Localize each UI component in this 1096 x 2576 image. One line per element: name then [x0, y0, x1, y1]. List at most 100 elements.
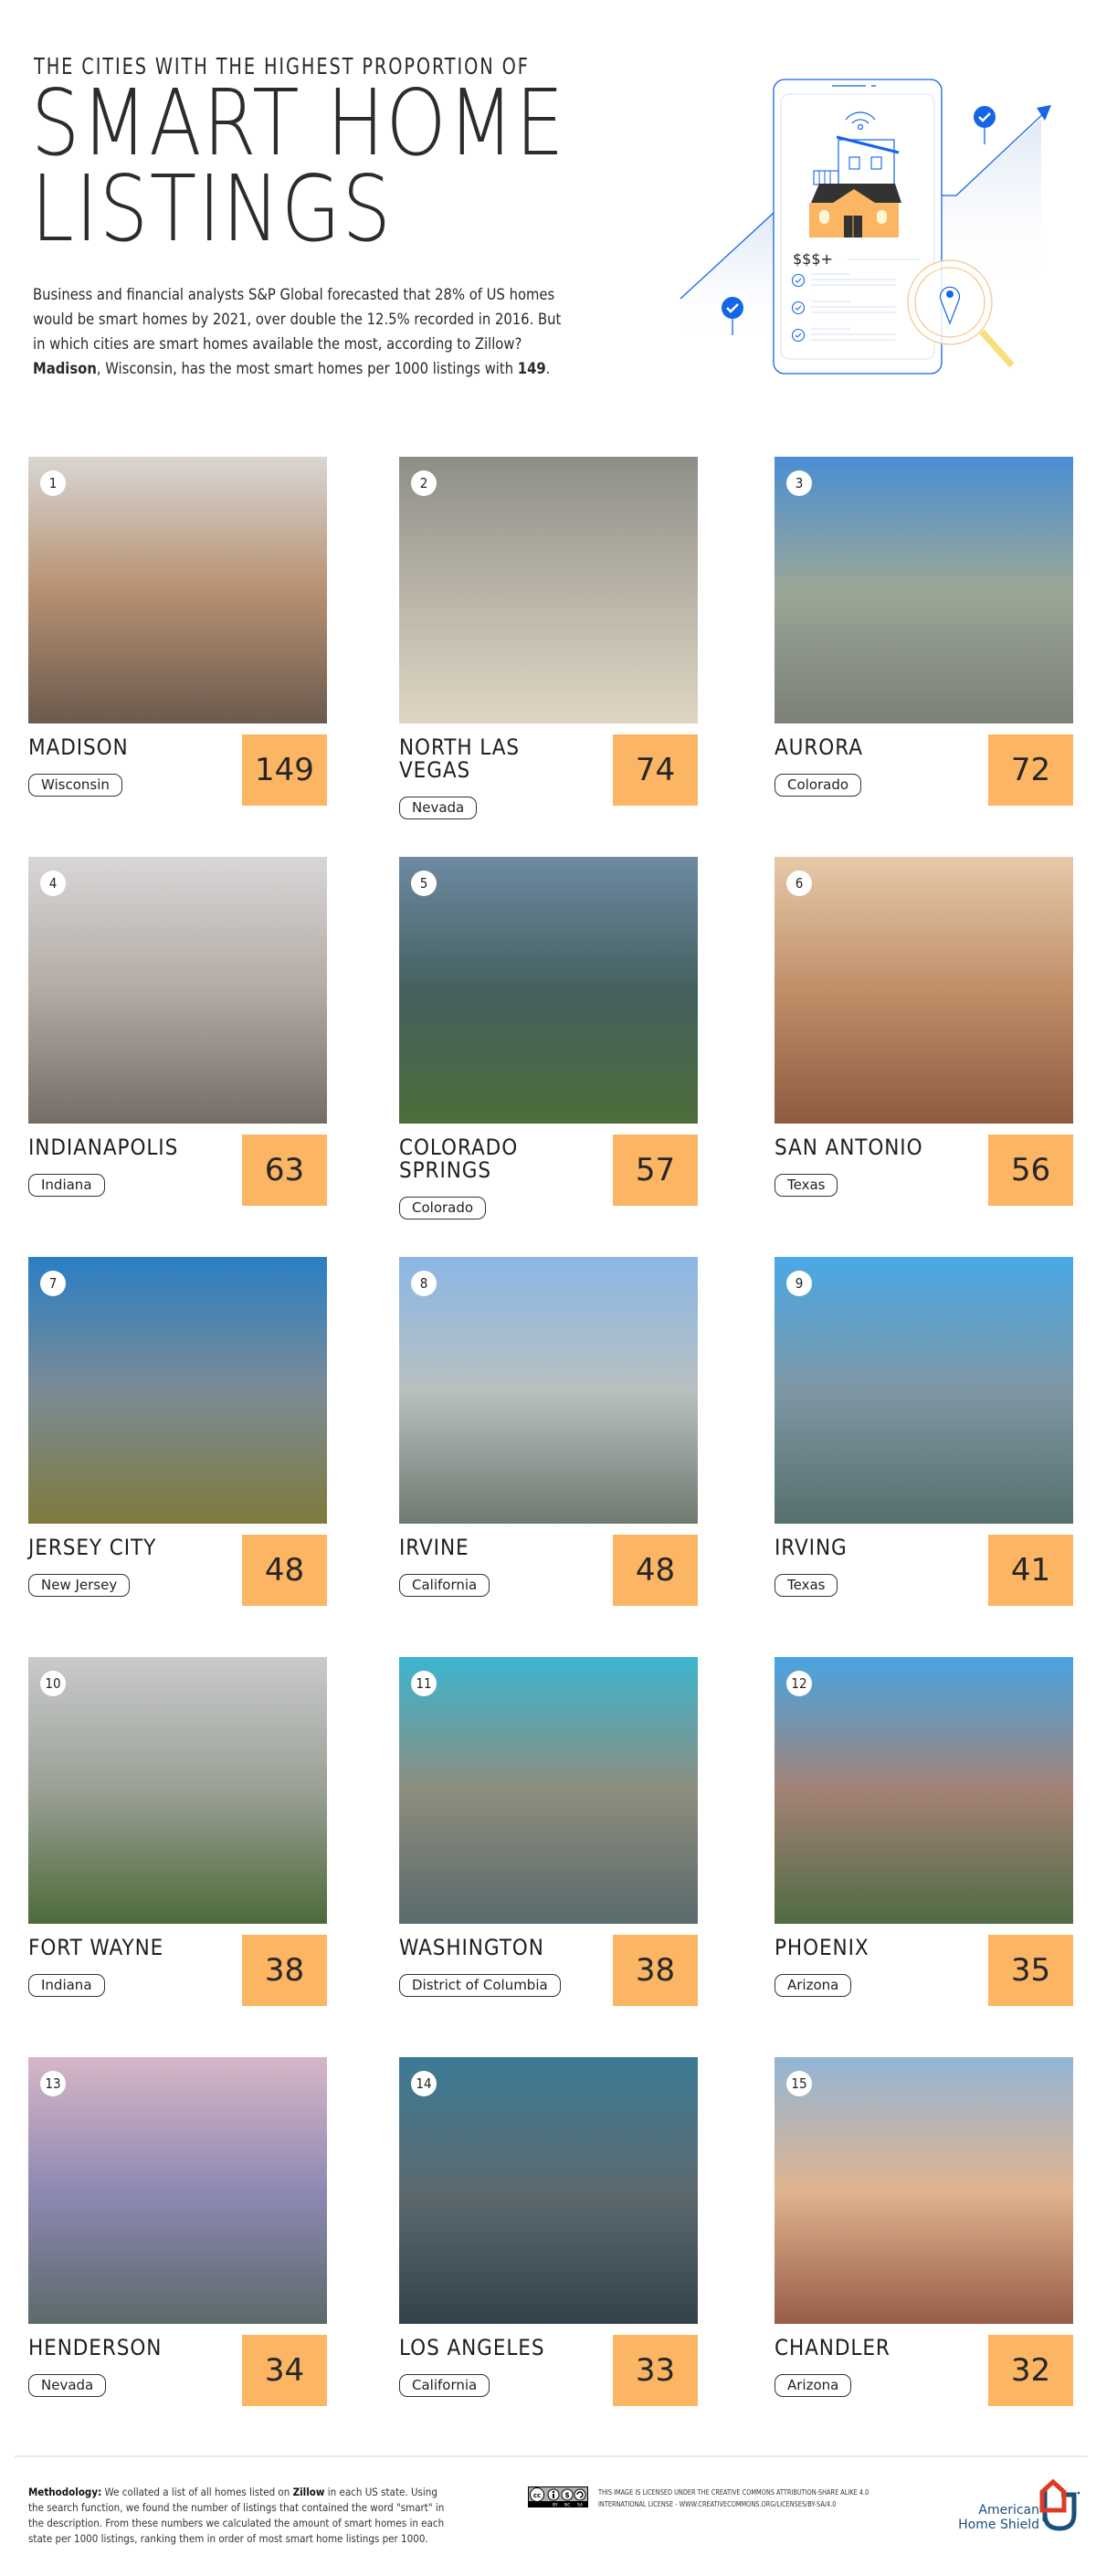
rank-badge: 2 — [411, 470, 437, 496]
score-box: 34 — [242, 2335, 327, 2406]
title-line-2: LISTINGS — [31, 155, 393, 262]
city-name: Henderson — [28, 2335, 163, 2360]
score-box: 38 — [242, 1935, 327, 2006]
intro-line: would be smart homes by 2021, over doubl… — [33, 311, 562, 329]
city-photo: 2 — [399, 457, 698, 723]
city-photo: 3 — [775, 457, 1073, 723]
score-box: 72 — [988, 734, 1073, 806]
city-card: 15 Chandler Arizona 32 — [775, 2057, 1073, 2423]
rank-badge: 15 — [786, 2071, 812, 2096]
score-box: 149 — [242, 734, 327, 806]
city-name: Irvine — [399, 1535, 469, 1560]
city-card: 5 Colorado Springs Colorado 57 — [399, 857, 698, 1222]
license-text: This image is licensed under the Creativ… — [598, 2486, 869, 2510]
city-photo: 6 — [775, 857, 1073, 1124]
state-tag: Nevada — [28, 2374, 107, 2397]
city-name: San Antonio — [775, 1135, 923, 1160]
state-tag: Texas — [775, 1174, 838, 1197]
state-tag: Colorado — [775, 774, 862, 797]
license-link[interactable]: International License - www.creativecomm… — [598, 2498, 839, 2510]
rank-badge: 7 — [40, 1271, 66, 1296]
state-tag: New Jersey — [28, 1574, 131, 1597]
methodology-source: Zillow — [292, 2486, 325, 2498]
cc-nc-label: NC — [564, 2503, 571, 2508]
state-tag: Texas — [775, 1574, 838, 1597]
city-photo: 14 — [399, 2057, 698, 2324]
footer-divider — [15, 2455, 1088, 2457]
city-photo: 5 — [399, 857, 698, 1124]
checkmark-pin-icon — [974, 106, 996, 144]
svg-text:$: $ — [564, 2491, 570, 2499]
creative-commons-badge-icon[interactable]: cc $ BY NC SA — [528, 2486, 588, 2507]
city-card: 11 Washington District of Columbia 38 — [399, 1657, 698, 2022]
intro-line: Madison, Wisconsin, has the most smart h… — [33, 357, 589, 382]
city-card: 12 Phoenix Arizona 35 — [775, 1657, 1073, 2022]
city-name: North Las Vegas — [399, 734, 521, 783]
city-name: Aurora — [775, 734, 863, 760]
city-name: Fort Wayne — [28, 1935, 164, 1960]
state-tag: Colorado — [399, 1197, 487, 1219]
state-tag: District of Columbia — [399, 1974, 561, 1997]
license-line: This image is licensed under the Creativ… — [598, 2487, 869, 2497]
city-card: 3 Aurora Colorado 72 — [775, 457, 1073, 822]
score-box: 38 — [613, 1935, 698, 2006]
city-name: Colorado Springs — [399, 1135, 519, 1183]
city-photo: 8 — [399, 1257, 698, 1524]
city-photo: 12 — [775, 1657, 1073, 1924]
rank-badge: 1 — [40, 470, 66, 496]
page-title: SMART HOME LISTINGS — [31, 69, 566, 262]
price-label: $$$+ — [793, 250, 833, 268]
american-home-shield-logo-icon[interactable] — [926, 2477, 1086, 2534]
score-box: 41 — [988, 1535, 1073, 1606]
city-name: Indianapolis — [28, 1135, 179, 1160]
state-tag: Indiana — [28, 1974, 105, 1997]
intro-line: Business and financial analysts S&P Glob… — [33, 286, 555, 304]
city-photo: 4 — [28, 857, 327, 1124]
state-tag: California — [399, 1574, 490, 1597]
methodology-text: Methodology: We collated a list of all h… — [28, 2485, 456, 2547]
rank-badge: 3 — [786, 470, 812, 496]
city-name: Los Angeles — [399, 2335, 545, 2360]
city-card: 10 Fort Wayne Indiana 38 — [28, 1657, 327, 2022]
rank-badge: 13 — [40, 2071, 66, 2096]
intro-paragraph: Business and financial analysts S&P Glob… — [33, 283, 589, 382]
city-name: Jersey City — [28, 1535, 157, 1560]
city-card: 1 Madison Wisconsin 149 — [28, 457, 327, 822]
rank-badge: 14 — [411, 2071, 437, 2096]
score-box: 48 — [242, 1535, 327, 1606]
score-box: 57 — [613, 1135, 698, 1206]
rank-badge: 6 — [786, 871, 812, 896]
rank-badge: 4 — [40, 871, 66, 896]
city-card: 8 Irvine California 48 — [399, 1257, 698, 1622]
title-line-1: SMART HOME — [31, 69, 566, 176]
state-tag: California — [399, 2374, 490, 2397]
smart-home-illustration: $$$+ — [680, 79, 1051, 375]
svg-text:cc: cc — [533, 2492, 541, 2499]
state-tag: Arizona — [775, 1974, 852, 1997]
city-card: 4 Indianapolis Indiana 63 — [28, 857, 327, 1222]
city-card: 2 North Las Vegas Nevada 74 — [399, 457, 698, 822]
score-box: 74 — [613, 734, 698, 806]
rank-badge: 5 — [411, 871, 437, 896]
state-tag: Nevada — [399, 797, 478, 819]
intro-line: in which cities are smart homes availabl… — [33, 335, 522, 354]
intro-text: , Wisconsin, has the most smart homes pe… — [96, 360, 518, 378]
city-photo: 10 — [28, 1657, 327, 1924]
city-photo: 7 — [28, 1257, 327, 1524]
city-card: 9 Irving Texas 41 — [775, 1257, 1073, 1622]
state-tag: Indiana — [28, 1174, 105, 1197]
score-box: 48 — [613, 1535, 698, 1606]
score-box: 56 — [988, 1135, 1073, 1206]
city-photo: 13 — [28, 2057, 327, 2324]
city-name: Chandler — [775, 2335, 890, 2360]
cc-by-label: BY — [553, 2503, 558, 2508]
score-box: 35 — [988, 1935, 1073, 2006]
city-photo: 11 — [399, 1657, 698, 1924]
city-name: Madison — [28, 734, 129, 760]
city-name: Phoenix — [775, 1935, 869, 1960]
state-tag: Arizona — [775, 2374, 852, 2397]
city-photo: 15 — [775, 2057, 1073, 2324]
rank-badge: 8 — [411, 1271, 437, 1296]
score-box: 63 — [242, 1135, 327, 1206]
intro-highlight-value: 149 — [517, 360, 546, 378]
